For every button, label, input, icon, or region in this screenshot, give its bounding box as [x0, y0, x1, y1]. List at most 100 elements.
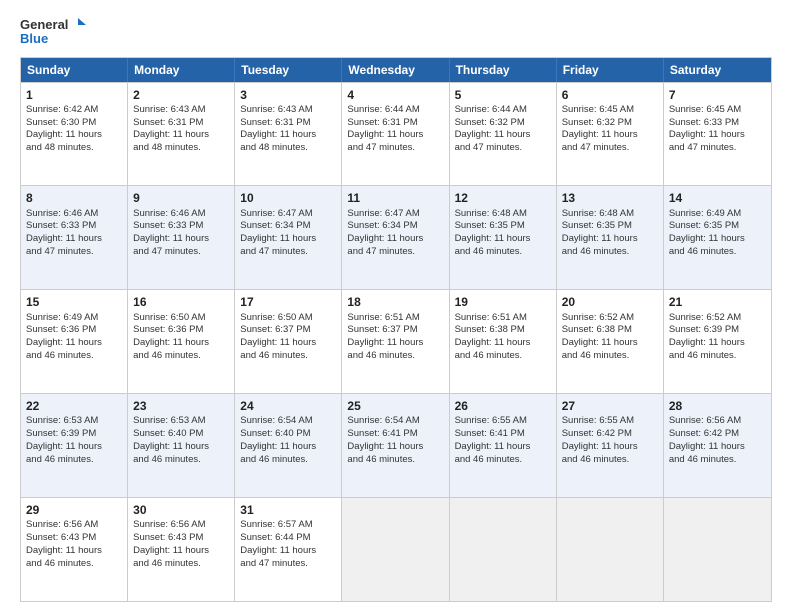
day-info: Daylight: 11 hours	[455, 129, 551, 142]
day-info: Sunrise: 6:50 AM	[133, 312, 229, 325]
calendar-header-day: Monday	[128, 58, 235, 82]
calendar-cell: 25Sunrise: 6:54 AMSunset: 6:41 PMDayligh…	[342, 394, 449, 497]
day-info: Sunset: 6:42 PM	[562, 428, 658, 441]
day-info: Sunrise: 6:48 AM	[562, 208, 658, 221]
day-info: Sunrise: 6:56 AM	[133, 519, 229, 532]
day-info: Sunset: 6:43 PM	[133, 532, 229, 545]
day-info: Sunrise: 6:46 AM	[133, 208, 229, 221]
day-info: Sunset: 6:43 PM	[26, 532, 122, 545]
day-info: Sunset: 6:38 PM	[455, 324, 551, 337]
day-info: Sunset: 6:36 PM	[133, 324, 229, 337]
calendar-cell: 5Sunrise: 6:44 AMSunset: 6:32 PMDaylight…	[450, 83, 557, 186]
day-info: and 46 minutes.	[669, 350, 766, 363]
calendar-cell: 15Sunrise: 6:49 AMSunset: 6:36 PMDayligh…	[21, 290, 128, 393]
calendar-week: 22 Sunrise: 6:53 AM Sunset: 6:39 PM Dayligh…	[21, 393, 771, 497]
day-info: and 46 minutes.	[562, 246, 658, 259]
day-info: and 46 minutes.	[562, 454, 658, 467]
day-info: Sunrise: 6:55 AM	[455, 415, 551, 428]
day-number: 13	[562, 190, 658, 206]
day-info: Sunset: 6:31 PM	[133, 117, 229, 130]
day-number: 26	[455, 398, 551, 414]
day-info: Daylight: 11 hours	[26, 545, 122, 558]
day-number: 22	[26, 398, 122, 414]
calendar-week: 8Sunrise: 6:46 AMSunset: 6:33 PMDaylight…	[21, 185, 771, 289]
calendar-cell: 7Sunrise: 6:45 AMSunset: 6:33 PMDaylight…	[664, 83, 771, 186]
day-info: Sunset: 6:37 PM	[240, 324, 336, 337]
calendar-week: 15Sunrise: 6:49 AMSunset: 6:36 PMDayligh…	[21, 289, 771, 393]
calendar-cell: 16Sunrise: 6:50 AMSunset: 6:36 PMDayligh…	[128, 290, 235, 393]
day-info: Sunset: 6:30 PM	[26, 117, 122, 130]
calendar-cell: 9Sunrise: 6:46 AMSunset: 6:33 PMDaylight…	[128, 186, 235, 289]
calendar-cell: 4Sunrise: 6:44 AMSunset: 6:31 PMDaylight…	[342, 83, 449, 186]
day-info: Daylight: 11 hours	[669, 441, 766, 454]
day-info: Sunset: 6:39 PM	[26, 428, 122, 441]
calendar-cell: 11Sunrise: 6:47 AMSunset: 6:34 PMDayligh…	[342, 186, 449, 289]
day-info: and 46 minutes.	[133, 558, 229, 571]
day-number: 8	[26, 190, 122, 206]
logo-blue: Blue	[20, 32, 86, 46]
day-number: 6	[562, 87, 658, 103]
calendar-header-day: Friday	[557, 58, 664, 82]
day-info: Daylight: 11 hours	[133, 441, 229, 454]
day-info: Sunrise: 6:49 AM	[26, 312, 122, 325]
calendar-cell	[450, 498, 557, 601]
day-info: and 46 minutes.	[347, 454, 443, 467]
day-info: Daylight: 11 hours	[26, 129, 122, 142]
day-info: and 46 minutes.	[240, 350, 336, 363]
day-info: Daylight: 11 hours	[347, 337, 443, 350]
day-info: and 47 minutes.	[562, 142, 658, 155]
calendar-cell: 21Sunrise: 6:52 AMSunset: 6:39 PMDayligh…	[664, 290, 771, 393]
day-info: Daylight: 11 hours	[133, 129, 229, 142]
day-number: 7	[669, 87, 766, 103]
day-info: Sunrise: 6:54 AM	[240, 415, 336, 428]
day-info: and 46 minutes.	[347, 350, 443, 363]
day-info: Sunrise: 6:48 AM	[455, 208, 551, 221]
day-info: Sunrise: 6:55 AM	[562, 415, 658, 428]
day-number: 12	[455, 190, 551, 206]
day-info: Sunrise: 6:50 AM	[240, 312, 336, 325]
day-number: 28	[669, 398, 766, 414]
day-info: Daylight: 11 hours	[133, 545, 229, 558]
calendar-cell: 17Sunrise: 6:50 AMSunset: 6:37 PMDayligh…	[235, 290, 342, 393]
calendar-week: 1Sunrise: 6:42 AMSunset: 6:30 PMDaylight…	[21, 82, 771, 186]
day-info: Sunrise: 6:51 AM	[347, 312, 443, 325]
calendar-header-day: Wednesday	[342, 58, 449, 82]
day-info: Daylight: 11 hours	[240, 337, 336, 350]
day-info: Daylight: 11 hours	[240, 441, 336, 454]
day-number: 9	[133, 190, 229, 206]
day-info: Daylight: 11 hours	[347, 233, 443, 246]
day-info: Sunset: 6:40 PM	[133, 428, 229, 441]
day-info: Sunrise: 6:53 AM	[133, 415, 229, 428]
calendar-body: 1Sunrise: 6:42 AMSunset: 6:30 PMDaylight…	[21, 82, 771, 601]
day-info: Sunset: 6:32 PM	[455, 117, 551, 130]
day-info: Daylight: 11 hours	[26, 233, 122, 246]
day-number: 18	[347, 294, 443, 310]
day-info: Sunset: 6:39 PM	[669, 324, 766, 337]
day-info: Sunrise: 6:57 AM	[240, 519, 336, 532]
day-number: 2	[133, 87, 229, 103]
calendar-cell: 14Sunrise: 6:49 AMSunset: 6:35 PMDayligh…	[664, 186, 771, 289]
day-info: Sunrise: 6:47 AM	[347, 208, 443, 221]
day-info: and 47 minutes.	[347, 246, 443, 259]
day-info: Sunset: 6:38 PM	[562, 324, 658, 337]
day-info: and 46 minutes.	[669, 454, 766, 467]
day-info: Sunset: 6:44 PM	[240, 532, 336, 545]
day-info: Daylight: 11 hours	[669, 129, 766, 142]
calendar-cell: 20Sunrise: 6:52 AMSunset: 6:38 PMDayligh…	[557, 290, 664, 393]
day-info: Daylight: 11 hours	[455, 441, 551, 454]
day-info: Sunset: 6:35 PM	[455, 220, 551, 233]
day-number: 19	[455, 294, 551, 310]
day-info: Sunrise: 6:43 AM	[240, 104, 336, 117]
day-info: Daylight: 11 hours	[562, 337, 658, 350]
day-info: and 48 minutes.	[240, 142, 336, 155]
day-info: Daylight: 11 hours	[562, 233, 658, 246]
day-info: Daylight: 11 hours	[240, 545, 336, 558]
day-info: Daylight: 11 hours	[240, 233, 336, 246]
day-info: Sunset: 6:33 PM	[26, 220, 122, 233]
day-info: and 47 minutes.	[455, 142, 551, 155]
calendar-cell: 18Sunrise: 6:51 AMSunset: 6:37 PMDayligh…	[342, 290, 449, 393]
calendar-cell: 30Sunrise: 6:56 AMSunset: 6:43 PMDayligh…	[128, 498, 235, 601]
day-info: and 47 minutes.	[133, 246, 229, 259]
day-info: Sunrise: 6:47 AM	[240, 208, 336, 221]
day-info: Sunset: 6:33 PM	[669, 117, 766, 130]
